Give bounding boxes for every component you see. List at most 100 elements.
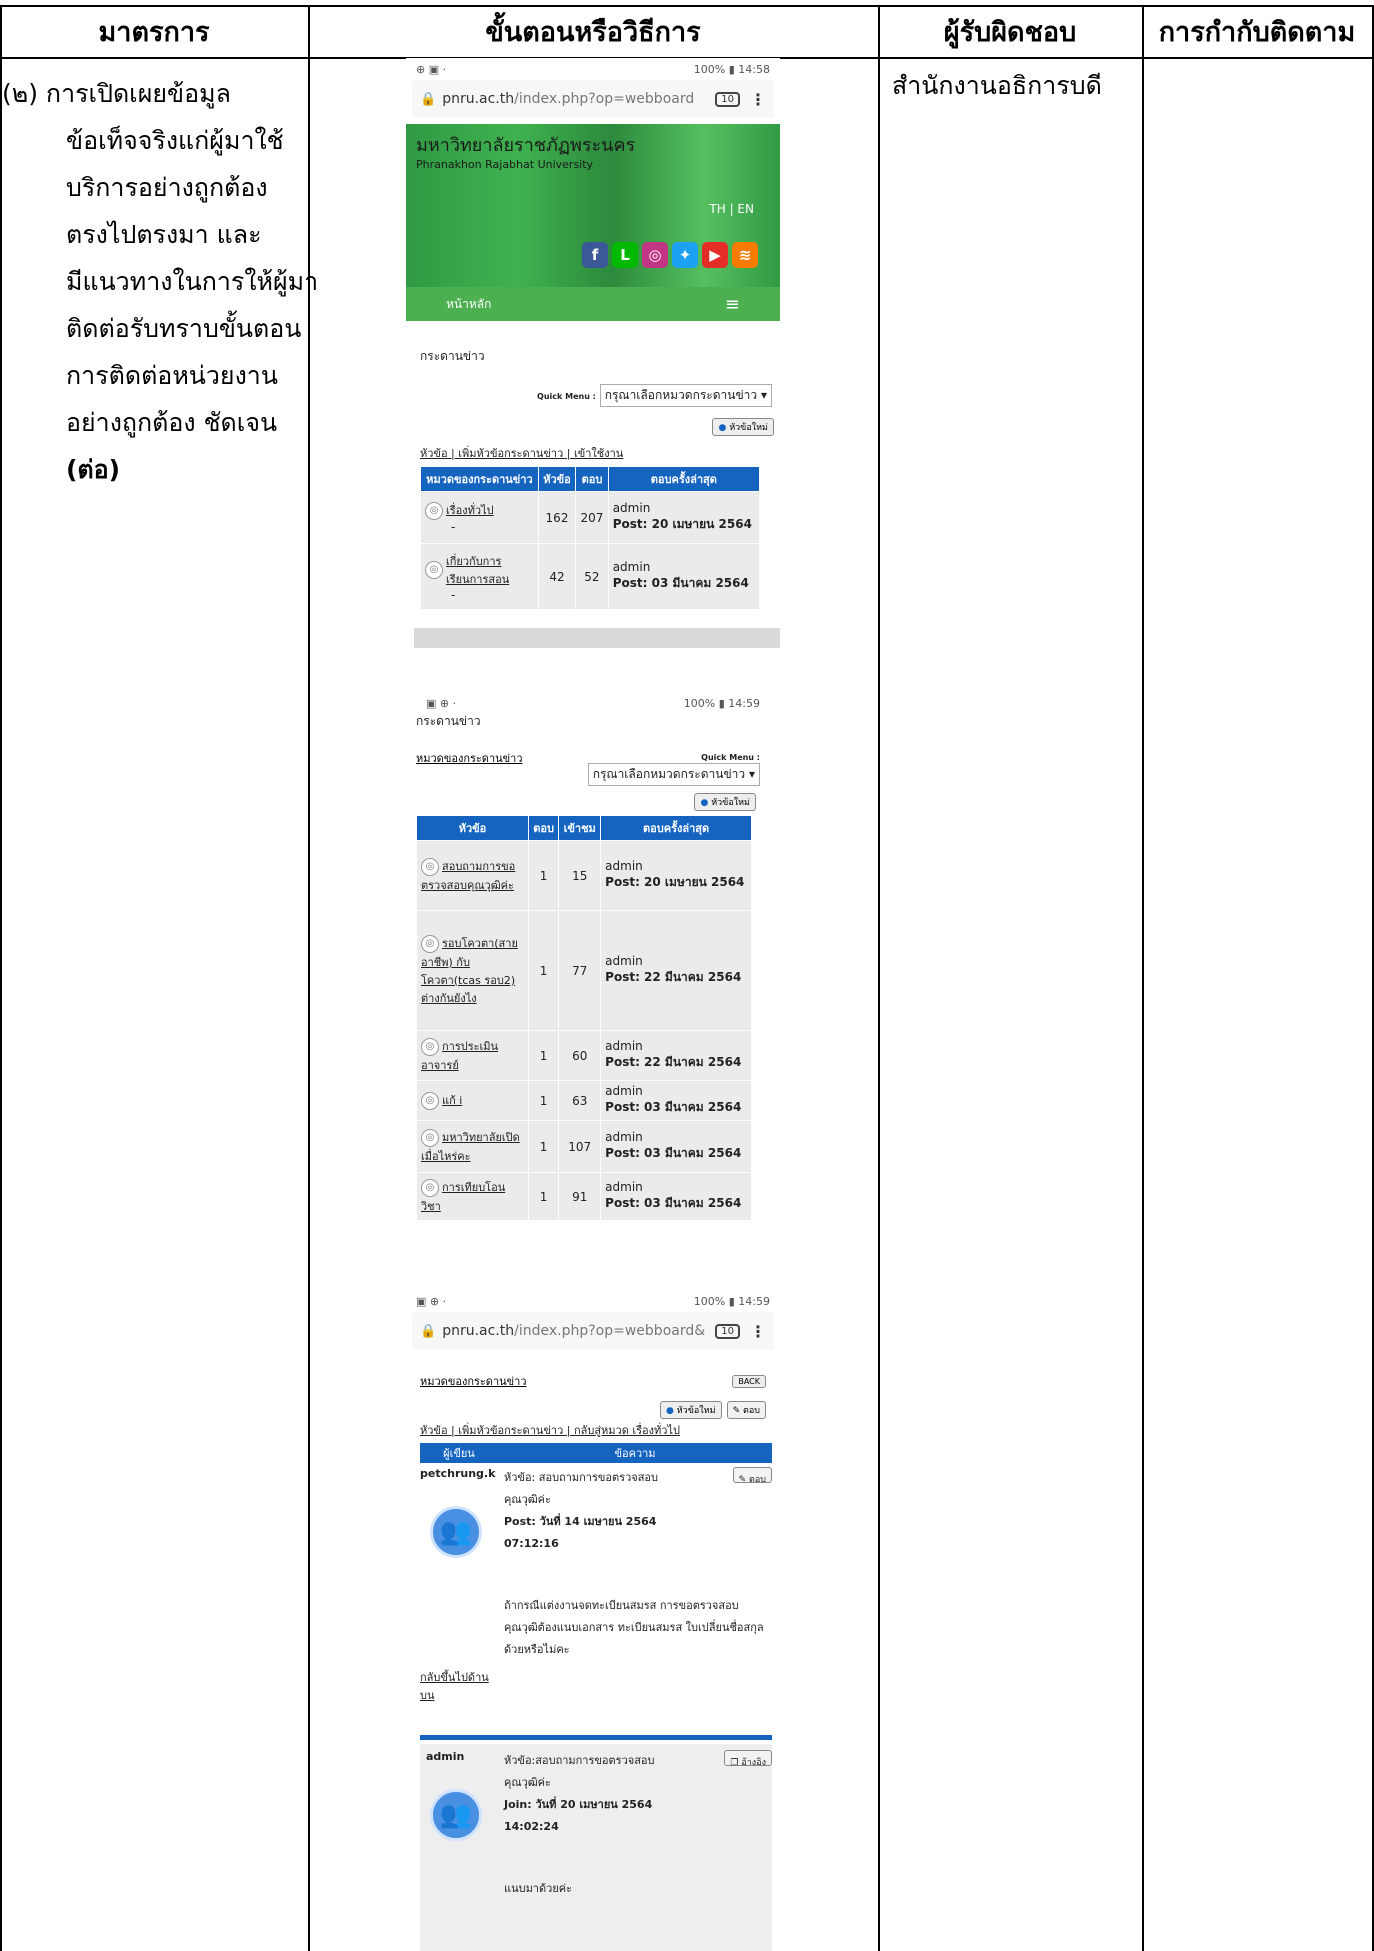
table-row: ◎ แก้ i 1 63 admin Post: 03 มีนาคม 2564 (416, 1080, 752, 1121)
status-bar: ▣ ⊕ · 100% ▮ 14:59 (406, 1290, 780, 1312)
measure-line: ติดต่อรับทราบขั้นตอน (66, 314, 302, 343)
column-divider (1142, 5, 1144, 1951)
nav-bar: หน้าหลัก ≡ (406, 287, 780, 321)
lock-icon: 🔒 (420, 1323, 437, 1339)
hamburger-menu-icon[interactable]: ≡ (725, 294, 740, 315)
topic-table: หัวข้อ ตอบ เข้าชม ตอบครั้งล่าสุด ◎ สอบถาม… (416, 815, 752, 1221)
col-header: หัวข้อ (416, 815, 529, 841)
notification-icon: ⊕ ▣ · (416, 62, 447, 76)
url-text[interactable]: pnru.ac.th/index.php?op=webboard& (442, 1323, 705, 1339)
header-monitoring: การกำกับติดตาม (1158, 16, 1356, 48)
post-table-header: ผู้เขียน ข้อความ (420, 1443, 772, 1463)
category-link[interactable]: เกี่ยวกับการเรียนการสอน (446, 552, 516, 588)
col-header: ตอบครั้งล่าสุด (607, 466, 761, 492)
quick-menu: Quick Menu : กรุณาเลือกหมวดกระดานข่าว ▾ (587, 749, 770, 786)
category-breadcrumb[interactable]: หมวดของกระดานข่าว (420, 1372, 527, 1390)
measure-text: (๒) การเปิดเผยข้อมูล ข้อเท็จจริงแก่ผู้มา… (2, 70, 318, 493)
post-body: ถ้ากรณีแต่งงานจดทะเบียนสมรส การขอตรวจสอบ… (504, 1599, 764, 1656)
instagram-icon[interactable]: ◎ (642, 242, 668, 268)
page-footer-strip (414, 628, 780, 648)
topic-icon: ◎ (421, 1091, 439, 1110)
university-name-th: มหาวิทยาลัยราชภัฏพระนคร (416, 135, 636, 156)
page-title: กระดานข่าว (420, 349, 485, 363)
category-link[interactable]: เรื่องทั่วไป (446, 504, 494, 517)
category-table: หมวดของกระดานข่าว หัวข้อ ตอบ ตอบครั้งล่า… (420, 466, 761, 610)
back-to-top-link[interactable]: กลับขึ้นไปด้านบน (420, 1671, 489, 1702)
facebook-icon[interactable]: f (582, 242, 608, 268)
board-icon: ◎ (425, 501, 443, 520)
reply-button[interactable]: ✎ ตอบ (726, 1401, 766, 1419)
nav-home[interactable]: หน้าหลัก (446, 295, 491, 314)
col-header: เข้าชม (558, 815, 602, 841)
col-header: ตอบ (527, 815, 560, 841)
topic-icon: ◎ (421, 1128, 439, 1147)
measure-line: ข้อเท็จจริงแก่ผู้มาใช้ (66, 126, 284, 155)
pencil-icon: ✎ (732, 1406, 741, 1416)
quote-icon: ❐ (730, 1758, 739, 1768)
table-row: ◎ สอบถามการขอตรวจสอบคุณวุฒิค่ะ 1 15 admin… (416, 840, 752, 911)
wifi-icon[interactable]: ≋ (732, 242, 758, 268)
new-topic-button[interactable]: ● หัวข้อใหม่ (659, 1401, 722, 1419)
post-date: Join: วันที่ 20 เมษายน 2564 14:02:24 (504, 1798, 653, 1833)
post-date: Post: วันที่ 14 เมษายน 2564 07:12:16 (504, 1515, 657, 1550)
new-topic-button[interactable]: ● หัวข้อใหม่ (694, 793, 756, 811)
post-divider (420, 1735, 772, 1740)
topic-link[interactable]: แก้ i (442, 1094, 462, 1107)
tab-count-button[interactable]: 10 (715, 1323, 740, 1339)
topic-icon: ◎ (421, 857, 439, 876)
plus-icon: ● (700, 798, 709, 808)
social-icons: f L ◎ ✦ ▶ ≋ (582, 242, 758, 268)
language-switch[interactable]: TH | EN (709, 202, 754, 216)
plus-icon: ● (665, 1406, 674, 1416)
column-divider (878, 5, 880, 1951)
new-topic-button[interactable]: ● หัวข้อใหม่ (712, 418, 774, 436)
kebab-menu-icon[interactable]: ⋮ (750, 1322, 766, 1341)
category-breadcrumb[interactable]: หมวดของกระดานข่าว (416, 749, 523, 786)
site-banner: มหาวิทยาลัยราชภัฏพระนคร Phranakhon Rajab… (406, 124, 780, 287)
page-title: กระดานข่าว (416, 714, 481, 728)
lock-icon: 🔒 (420, 91, 437, 107)
table-row: ◎ การประเมินอาจารย์ 1 60 admin Post: 22 มี… (416, 1030, 752, 1081)
measure-line: บริการอย่างถูกต้อง (66, 173, 268, 202)
university-name-en: Phranakhon Rajabhat University (416, 158, 594, 171)
header-procedure: ขั้นตอนหรือวิธีการ (485, 16, 701, 48)
webboard-screenshot-3: ▣ ⊕ · 100% ▮ 14:59 🔒 pnru.ac.th/index.ph… (406, 1290, 780, 1951)
topic-icon: ◎ (421, 1178, 439, 1197)
quick-menu-select[interactable]: กรุณาเลือกหมวดกระดานข่าว ▾ (587, 763, 760, 786)
webboard-screenshot-2: ▣ ⊕ · 100% ▮ 14:59 กระดานข่าว หมวดของกระ… (416, 694, 770, 1249)
browser-address-bar[interactable]: 🔒 pnru.ac.th/index.php?op=webboard& 10 ⋮ (412, 1312, 774, 1350)
webboard-screenshot-1: ⊕ ▣ · 100% ▮ 14:58 🔒 pnru.ac.th/index.ph… (406, 58, 780, 648)
post-topic: หัวข้อ: สอบถามการขอตรวจสอบคุณวุฒิค่ะ (504, 1471, 658, 1506)
youtube-icon[interactable]: ▶ (702, 242, 728, 268)
quick-menu-select[interactable]: กรุณาเลือกหมวดกระดานข่าว ▾ (599, 384, 772, 407)
tab-count-button[interactable]: 10 (715, 91, 740, 107)
status-time: 100% ▮ 14:59 (683, 696, 760, 710)
quote-button[interactable]: ❐ อ้างอิง (724, 1750, 772, 1768)
line-icon[interactable]: L (612, 242, 638, 268)
table-row: ◎ เรื่องทั่วไป - 162 207 admin Post: 20 เมษ… (420, 491, 761, 544)
measure-line: (ต่อ) (66, 455, 121, 484)
back-button[interactable]: BACK (732, 1374, 766, 1388)
twitter-icon[interactable]: ✦ (672, 242, 698, 268)
webboard-links[interactable]: หัวข้อ | เพิ่มหัวข้อกระดานข่าว | เข้าใช้… (406, 444, 780, 462)
table-row: ◎ มหาวิทยาลัยเปิดเมื่อไหร่คะ 1 107 admin P… (416, 1120, 752, 1173)
webboard-links[interactable]: หัวข้อ | เพิ่มหัวข้อกระดานข่าว | กลับสู่… (406, 1421, 780, 1439)
notification-icon: ▣ ⊕ · (426, 696, 457, 710)
post-item: petchrung.k 👥 กลับขึ้นไปด้านบน หัวข้อ: ส… (420, 1467, 772, 1735)
col-header: หมวดของกระดานข่าว (420, 466, 539, 492)
table-row: ◎ การเทียบโอนวิชา 1 91 admin Post: 03 มีนา… (416, 1172, 752, 1221)
table-row: ◎เกี่ยวกับการเรียนการสอน - 42 52 admin Pos… (420, 543, 761, 610)
kebab-menu-icon[interactable]: ⋮ (750, 90, 766, 109)
reply-button[interactable]: ✎ ตอบ (732, 1467, 772, 1485)
header-responsible: ผู้รับผิดชอบ (943, 16, 1077, 48)
plus-icon: ● (718, 423, 727, 433)
header-measure: มาตรการ (98, 16, 210, 48)
document-page: มาตรการ ขั้นตอนหรือวิธีการ ผู้รับผิดชอบ … (0, 0, 1374, 1951)
url-text[interactable]: pnru.ac.th/index.php?op=webboard (442, 91, 705, 107)
browser-address-bar[interactable]: 🔒 pnru.ac.th/index.php?op=webboard 10 ⋮ (412, 80, 774, 118)
pencil-icon: ✎ (738, 1475, 747, 1485)
table-row: ◎ รอบโควตา(สายอาชีพ) กับโควตา(tcas รอบ2) … (416, 910, 752, 1031)
col-header: ตอบ (575, 466, 609, 492)
post-topic: หัวข้อ:สอบถามการขอตรวจสอบคุณวุฒิค่ะ (504, 1754, 655, 1789)
topic-icon: ◎ (421, 1037, 439, 1056)
